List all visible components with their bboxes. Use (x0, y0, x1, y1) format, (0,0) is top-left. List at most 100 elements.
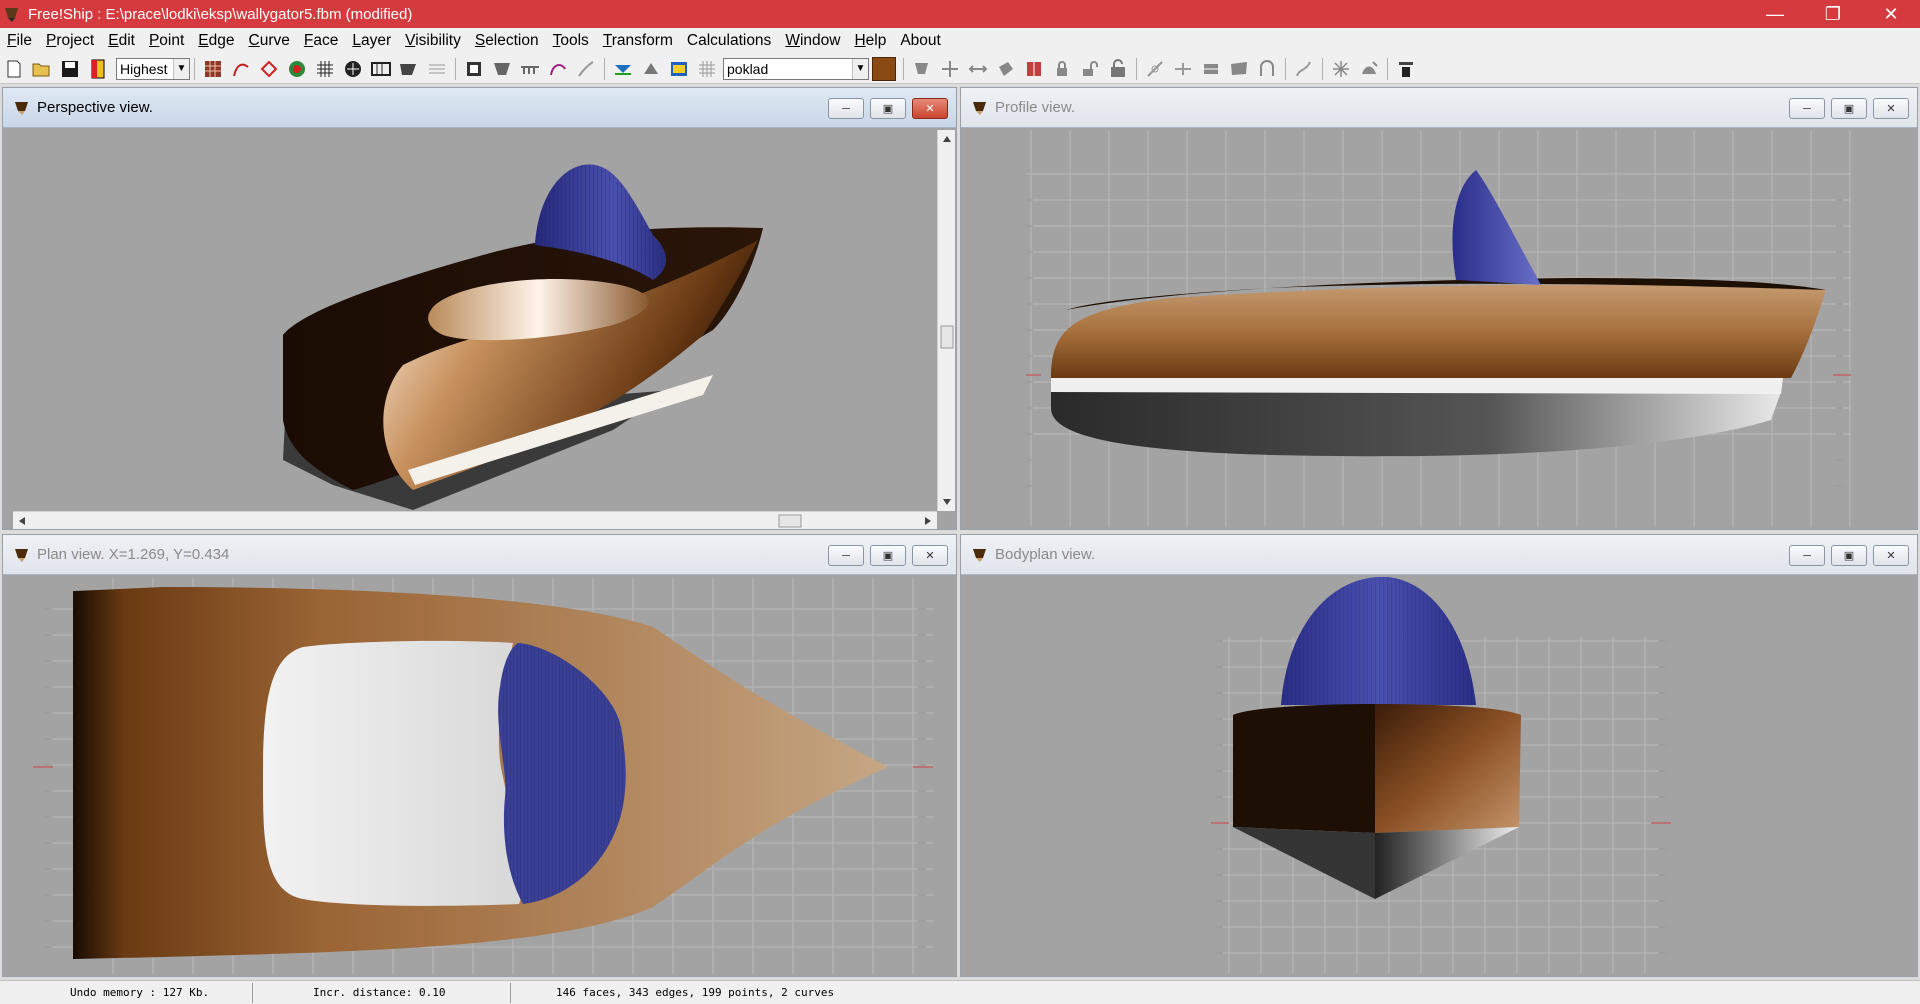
add-point-icon[interactable] (938, 57, 962, 81)
new-curve-icon[interactable] (1292, 57, 1316, 81)
menu-curve[interactable]: Curve (242, 32, 297, 50)
insert-edge-icon[interactable] (1143, 57, 1167, 81)
menu-point[interactable]: Point (142, 32, 191, 50)
close-view-button[interactable]: ✕ (1873, 98, 1909, 119)
unlock-icon[interactable] (1078, 57, 1102, 81)
menu-project[interactable]: Project (39, 32, 101, 50)
crease-edge-icon[interactable] (1227, 57, 1251, 81)
hull-icon[interactable] (490, 57, 514, 81)
toolbar-separator (1136, 57, 1137, 80)
menu-label: indow (799, 32, 841, 49)
menu-accelerator: P (148, 32, 160, 49)
diagonals-icon[interactable] (518, 57, 542, 81)
profile-view-titlebar[interactable]: Profile view. ─ ▣ ✕ (961, 88, 1917, 128)
chevron-down-icon[interactable]: ▼ (852, 58, 868, 79)
gauss-icon[interactable] (341, 57, 365, 81)
menu-calculations[interactable]: Calculations (680, 32, 778, 50)
bodyplan-canvas[interactable] (971, 577, 1915, 974)
layer-color-icon[interactable] (667, 57, 691, 81)
minimize-view-button[interactable]: ─ (1789, 98, 1825, 119)
stations-icon[interactable] (369, 57, 393, 81)
buttocks-icon[interactable] (397, 57, 421, 81)
menu-tools[interactable]: Tools (546, 32, 596, 50)
lock-icon[interactable] (1050, 57, 1074, 81)
menu-file[interactable]: File (0, 32, 39, 50)
increment-distance-status: Incr. distance: 0.10 (253, 982, 511, 1003)
layer-grid-icon[interactable] (695, 57, 719, 81)
bodyplan-view-window[interactable]: Bodyplan view. ─ ▣ ✕ (960, 534, 1918, 977)
perspective-horizontal-scrollbar[interactable] (13, 511, 937, 529)
minimize-view-button[interactable]: ─ (828, 545, 864, 566)
markers-icon[interactable] (574, 57, 598, 81)
menu-layer[interactable]: Layer (345, 32, 398, 50)
save-icon[interactable] (58, 57, 82, 81)
window-title: Free!Ship : E:\prace\lodki\eksp\wallygat… (28, 5, 413, 23)
menu-help[interactable]: Help (847, 32, 893, 50)
control-net-icon[interactable] (201, 57, 225, 81)
hydrostatics-icon[interactable] (611, 57, 635, 81)
restore-button[interactable]: ❐ (1804, 0, 1862, 28)
menu-selection[interactable]: Selection (468, 32, 546, 50)
chevron-down-icon[interactable]: ▼ (173, 58, 189, 79)
hull-shaded-icon[interactable] (462, 57, 486, 81)
perspective-canvas[interactable] (13, 130, 937, 511)
precision-select[interactable]: Highest ▼ (116, 57, 190, 80)
menu-edit[interactable]: Edit (101, 32, 142, 50)
close-view-button[interactable]: ✕ (912, 98, 948, 119)
maximize-view-button[interactable]: ▣ (870, 545, 906, 566)
unlock-all-icon[interactable] (1106, 57, 1130, 81)
interior-edges-icon[interactable] (257, 57, 281, 81)
shade-icon[interactable] (285, 57, 309, 81)
minimize-view-button[interactable]: ─ (1789, 545, 1825, 566)
menu-accelerator: E (108, 32, 119, 49)
minimize-view-button[interactable]: ─ (828, 98, 864, 119)
split-edge-icon[interactable] (1171, 57, 1195, 81)
status-bar: Undo memory : 127 Kb. Incr. distance: 0.… (0, 980, 1920, 1004)
menu-window[interactable]: Window (778, 32, 847, 50)
hull-view-icon (973, 101, 986, 115)
plan-view-titlebar[interactable]: Plan view. X=1.269, Y=0.434 ─ ▣ ✕ (3, 535, 956, 575)
close-view-button[interactable]: ✕ (1873, 545, 1909, 566)
intersect-icon[interactable] (1329, 57, 1353, 81)
connect-edge-icon[interactable] (1255, 57, 1279, 81)
waterlines-icon[interactable] (425, 57, 449, 81)
menu-about[interactable]: About (893, 32, 948, 50)
lines-plan-icon[interactable] (639, 57, 663, 81)
menu-label: Calculations (686, 32, 772, 49)
open-folder-icon[interactable] (30, 57, 54, 81)
menu-transform[interactable]: Transform (596, 32, 680, 50)
mirror-face-icon[interactable] (1022, 57, 1046, 81)
plan-canvas[interactable] (13, 577, 957, 974)
profile-view-window[interactable]: Profile view. ─ ▣ ✕ (960, 87, 1918, 530)
new-face-icon[interactable] (994, 57, 1018, 81)
perspective-view-titlebar[interactable]: Perspective view. ─ ▣ ✕ (3, 88, 956, 128)
grid-icon[interactable] (313, 57, 337, 81)
extrude-edge-icon[interactable] (1199, 57, 1223, 81)
menu-label: oint (159, 32, 185, 49)
layer-color-swatch[interactable] (872, 56, 896, 81)
design-hydrostatics-icon[interactable] (1357, 57, 1381, 81)
bodyplan-view-titlebar[interactable]: Bodyplan view. ─ ▣ ✕ (961, 535, 1917, 575)
menu-visibility[interactable]: Visibility (398, 32, 468, 50)
minimize-button[interactable]: — (1746, 0, 1804, 28)
plan-view-window[interactable]: Plan view. X=1.269, Y=0.434 ─ ▣ ✕ (2, 534, 957, 977)
perspective-vertical-scrollbar[interactable] (937, 130, 955, 511)
maximize-view-button[interactable]: ▣ (1831, 545, 1867, 566)
close-view-button[interactable]: ✕ (912, 545, 948, 566)
maximize-view-button[interactable]: ▣ (1831, 98, 1867, 119)
new-point-icon[interactable] (910, 57, 934, 81)
profile-canvas[interactable] (971, 130, 1915, 527)
new-file-icon[interactable] (2, 57, 26, 81)
color-palette-icon[interactable] (86, 57, 110, 81)
maximize-view-button[interactable]: ▣ (870, 98, 906, 119)
collapse-point-icon[interactable] (966, 57, 990, 81)
flowlines-icon[interactable] (546, 57, 570, 81)
perspective-view-window[interactable]: Perspective view. ─ ▣ ✕ (2, 87, 957, 530)
menu-accelerator: V (405, 32, 416, 49)
curvature-icon[interactable] (229, 57, 253, 81)
active-layer-select[interactable]: poklad ▼ (723, 57, 869, 80)
preferences-icon[interactable] (1394, 57, 1418, 81)
menu-edge[interactable]: Edge (191, 32, 241, 50)
menu-face[interactable]: Face (297, 32, 345, 50)
close-button[interactable]: ✕ (1862, 0, 1920, 28)
